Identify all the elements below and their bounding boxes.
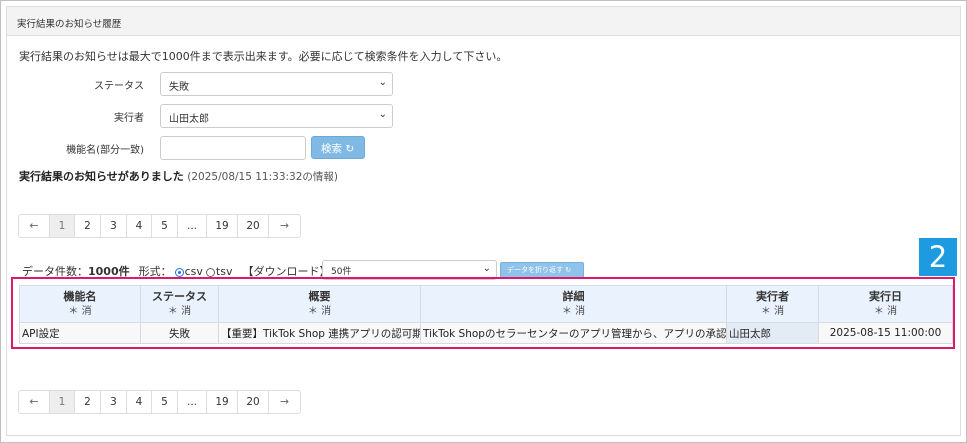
column-header-executor[interactable]: 実行者＊ 消 — [726, 285, 819, 323]
wrap-data-button[interactable]: データを折り返す ↻ — [500, 262, 584, 278]
chevron-down-icon: ⌄ — [378, 109, 387, 120]
cell-status: 失敗 — [140, 322, 219, 344]
notice-message: 実行結果のお知らせがありました — [19, 170, 184, 183]
pagination-top: ← 1 2 3 4 5 ... 19 20 → — [18, 214, 301, 238]
cell-function: API設定 — [19, 322, 141, 344]
chevron-down-icon: ⌄ — [378, 77, 387, 88]
panel-header: 実行結果のお知らせ履歴 — [6, 6, 961, 36]
cell-executor: 山田太郎 — [726, 322, 819, 344]
cell-detail: TikTok Shopのセラーセンターのアプリ管理から、アプリの承認 — [420, 322, 727, 344]
column-sort-controls[interactable]: ＊ 消 — [727, 304, 818, 319]
format-tsv-label: tsv — [215, 264, 233, 278]
cell-date: 2025-08-15 11:00:00 — [818, 322, 953, 344]
page-link[interactable]: 4 — [126, 391, 151, 413]
results-highlight-box: 機能名＊ 消 ステータス＊ 消 概要＊ 消 詳細＊ 消 実行者＊ 消 実行日＊ … — [11, 277, 955, 349]
page-link[interactable]: 20 — [237, 215, 268, 237]
pagination-prev[interactable]: ← — [19, 215, 49, 237]
column-header-summary[interactable]: 概要＊ 消 — [218, 285, 421, 323]
column-sort-controls[interactable]: ＊ 消 — [141, 304, 218, 319]
refresh-icon: ↻ — [565, 266, 572, 274]
page-link[interactable]: 4 — [126, 215, 151, 237]
column-sort-controls[interactable]: ＊ 消 — [819, 304, 952, 319]
executor-label: 実行者 — [114, 113, 144, 124]
column-sort-controls[interactable]: ＊ 消 — [421, 304, 726, 319]
table-header-row: 機能名＊ 消 ステータス＊ 消 概要＊ 消 詳細＊ 消 実行者＊ 消 実行日＊ … — [19, 285, 953, 323]
panel-title: 実行結果のお知らせ履歴 — [17, 19, 122, 30]
function-name-label: 機能名(部分一致) — [66, 145, 144, 156]
page-link[interactable]: 20 — [237, 391, 268, 413]
column-sort-controls[interactable]: ＊ 消 — [219, 304, 420, 319]
step-badge: 2 — [919, 238, 957, 276]
column-header-date[interactable]: 実行日＊ 消 — [818, 285, 953, 323]
search-button-label: 検索 — [321, 143, 342, 155]
status-select-value: 失敗 — [169, 82, 189, 93]
format-tsv-radio[interactable] — [205, 267, 215, 277]
page-link[interactable]: 2 — [74, 391, 100, 413]
format-csv-radio[interactable] — [174, 267, 184, 277]
notice-line: 実行結果のお知らせがありました (2025/08/15 11:33:32の情報) — [19, 168, 338, 184]
results-table: 機能名＊ 消 ステータス＊ 消 概要＊ 消 詳細＊ 消 実行者＊ 消 実行日＊ … — [19, 285, 953, 344]
status-label: ステータス — [94, 81, 144, 92]
page-size-value: 50件 — [331, 267, 352, 277]
page-ellipsis: ... — [177, 391, 206, 413]
executor-select[interactable]: 山田太郎 ⌄ — [160, 104, 393, 128]
page-link[interactable]: 1 — [49, 215, 74, 237]
column-header-detail[interactable]: 詳細＊ 消 — [420, 285, 727, 323]
notice-timestamp: (2025/08/15 11:33:32の情報) — [187, 171, 338, 183]
intro-text: 実行結果のお知らせは最大で1000件まで表示出来ます。必要に応じて検索条件を入力… — [19, 50, 508, 63]
pagination-next[interactable]: → — [268, 391, 300, 413]
page-link[interactable]: 2 — [74, 215, 100, 237]
wrap-data-label: データを折り返す — [507, 266, 563, 274]
column-header-function[interactable]: 機能名＊ 消 — [19, 285, 141, 323]
format-csv-label: csv — [184, 264, 203, 278]
table-row[interactable]: API設定 失敗 【重要】TikTok Shop 連携アプリの認可期限 TikT… — [19, 322, 953, 344]
page-link[interactable]: 3 — [100, 391, 126, 413]
page-link[interactable]: 1 — [49, 391, 74, 413]
search-button[interactable]: 検索 ↻ — [311, 136, 365, 159]
refresh-icon: ↻ — [345, 143, 355, 155]
page-link[interactable]: 5 — [151, 391, 177, 413]
page-ellipsis: ... — [177, 215, 206, 237]
chevron-down-icon: ⌄ — [482, 263, 491, 274]
page-link[interactable]: 5 — [151, 215, 177, 237]
pagination-bottom: ← 1 2 3 4 5 ... 19 20 → — [18, 390, 301, 414]
function-name-input[interactable] — [160, 136, 306, 160]
column-header-status[interactable]: ステータス＊ 消 — [140, 285, 219, 323]
column-sort-controls[interactable]: ＊ 消 — [20, 304, 140, 319]
executor-select-value: 山田太郎 — [169, 114, 209, 125]
page-link[interactable]: 19 — [206, 215, 237, 237]
status-select[interactable]: 失敗 ⌄ — [160, 72, 393, 96]
page-link[interactable]: 19 — [206, 391, 237, 413]
cell-summary: 【重要】TikTok Shop 連携アプリの認可期限 — [218, 322, 421, 344]
pagination-next[interactable]: → — [268, 215, 300, 237]
page-link[interactable]: 3 — [100, 215, 126, 237]
pagination-prev[interactable]: ← — [19, 391, 49, 413]
